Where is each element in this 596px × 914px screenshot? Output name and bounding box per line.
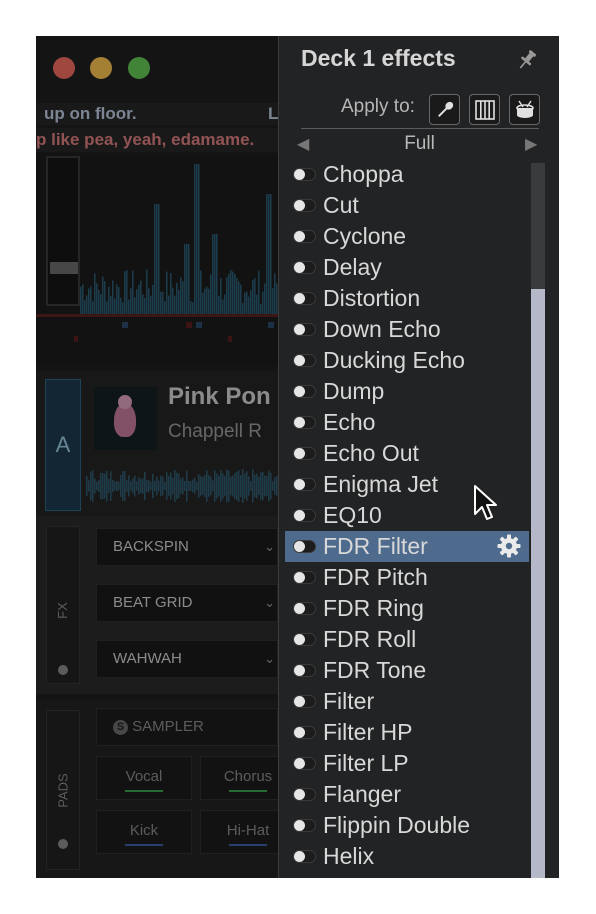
deck-effects-panel: Deck 1 effects Apply to: ◀ Full ▶ Choppa… — [278, 36, 559, 878]
effect-toggle[interactable] — [293, 819, 316, 832]
effect-item[interactable]: FDR Ring — [285, 593, 529, 624]
panel-title: Deck 1 effects — [301, 45, 456, 71]
gear-icon[interactable] — [497, 534, 521, 558]
effect-name: Echo Out — [323, 440, 419, 466]
effect-name: Echo — [323, 409, 376, 435]
pin-icon[interactable] — [515, 48, 539, 72]
effect-name: Ducking Echo — [323, 347, 465, 373]
effect-name: Helix — [323, 843, 375, 869]
effect-toggle[interactable] — [293, 757, 316, 770]
effect-toggle[interactable] — [293, 385, 316, 398]
preset-name: Full — [404, 133, 435, 154]
effect-item[interactable]: Filter LP — [285, 748, 529, 779]
effect-toggle[interactable] — [293, 323, 316, 336]
effect-name: FDR Roll — [323, 626, 417, 652]
keyboard-icon — [474, 99, 495, 120]
effect-name: Flanger — [323, 781, 401, 807]
effect-item[interactable]: Echo — [285, 407, 529, 438]
background-dim-overlay — [36, 36, 278, 878]
effect-toggle[interactable] — [293, 416, 316, 429]
effect-name: FDR Pitch — [323, 564, 428, 590]
effect-toggle[interactable] — [293, 633, 316, 646]
effect-item[interactable]: Delay — [285, 252, 529, 283]
panel-divider — [301, 128, 539, 129]
effect-name: Cyclone — [323, 223, 407, 249]
effect-item[interactable]: Down Echo — [285, 314, 529, 345]
apply-drum-button[interactable] — [509, 94, 540, 125]
effect-name: FDR Tone — [323, 657, 427, 683]
effect-toggle[interactable] — [293, 199, 316, 212]
effect-toggle[interactable] — [293, 509, 316, 522]
effect-item-selected[interactable]: FDR Filter — [285, 531, 529, 562]
effect-toggle[interactable] — [293, 540, 316, 553]
effect-item[interactable]: Cyclone — [285, 221, 529, 252]
effect-name: Filter LP — [323, 750, 409, 776]
effect-name: Cut — [323, 192, 359, 218]
effect-name: Enigma Jet — [323, 471, 439, 497]
effect-toggle[interactable] — [293, 261, 316, 274]
microphone-icon — [437, 101, 453, 117]
effect-name: Distortion — [323, 285, 421, 311]
effect-name: Choppa — [323, 161, 404, 187]
effect-item[interactable]: Filter — [285, 686, 529, 717]
effect-item[interactable]: FDR Pitch — [285, 562, 529, 593]
effect-name: FDR Ring — [323, 595, 424, 621]
effect-toggle[interactable] — [293, 168, 316, 181]
scrollbar-thumb[interactable] — [531, 289, 545, 878]
effect-toggle[interactable] — [293, 447, 316, 460]
effect-toggle[interactable] — [293, 478, 316, 491]
effect-item[interactable]: Ducking Echo — [285, 345, 529, 376]
effect-name: EQ10 — [323, 502, 382, 528]
effect-item[interactable]: Choppa — [285, 159, 529, 190]
apply-to-label: Apply to: — [341, 96, 415, 117]
effect-toggle[interactable] — [293, 354, 316, 367]
effect-toggle[interactable] — [293, 726, 316, 739]
effect-toggle[interactable] — [293, 292, 316, 305]
effect-toggle[interactable] — [293, 788, 316, 801]
effect-toggle[interactable] — [293, 571, 316, 584]
effect-name: Filter HP — [323, 719, 413, 745]
effect-item[interactable]: Echo Out — [285, 438, 529, 469]
effect-name: Delay — [323, 254, 382, 280]
effect-item[interactable]: FDR Tone — [285, 655, 529, 686]
effect-item[interactable]: Distortion — [285, 283, 529, 314]
effect-item[interactable]: Cut — [285, 190, 529, 221]
mouse-cursor-icon — [474, 485, 497, 520]
effect-toggle[interactable] — [293, 850, 316, 863]
effect-item[interactable]: Filter HP — [285, 717, 529, 748]
drum-icon — [515, 100, 534, 118]
effect-name: Dump — [323, 378, 385, 404]
effect-toggle[interactable] — [293, 695, 316, 708]
effect-name: Filter — [323, 688, 375, 714]
effect-toggle[interactable] — [293, 664, 316, 677]
apply-keyboard-button[interactable] — [469, 94, 500, 125]
effect-item[interactable]: Dump — [285, 376, 529, 407]
triangle-right-icon[interactable]: ▶ — [525, 134, 537, 154]
apply-microphone-button[interactable] — [429, 94, 460, 125]
effect-name: Down Echo — [323, 316, 441, 342]
effect-toggle[interactable] — [293, 602, 316, 615]
effect-item[interactable]: Helix — [285, 841, 529, 872]
effect-item[interactable]: Flanger — [285, 779, 529, 810]
effect-name: FDR Filter — [323, 533, 428, 559]
effect-item[interactable]: Flippin Double — [285, 810, 529, 841]
effect-name: Flippin Double — [323, 812, 471, 838]
application-window: up on floor. L p like pea, yeah, edamame… — [36, 36, 559, 878]
effect-toggle[interactable] — [293, 230, 316, 243]
effect-item[interactable]: FDR Roll — [285, 624, 529, 655]
